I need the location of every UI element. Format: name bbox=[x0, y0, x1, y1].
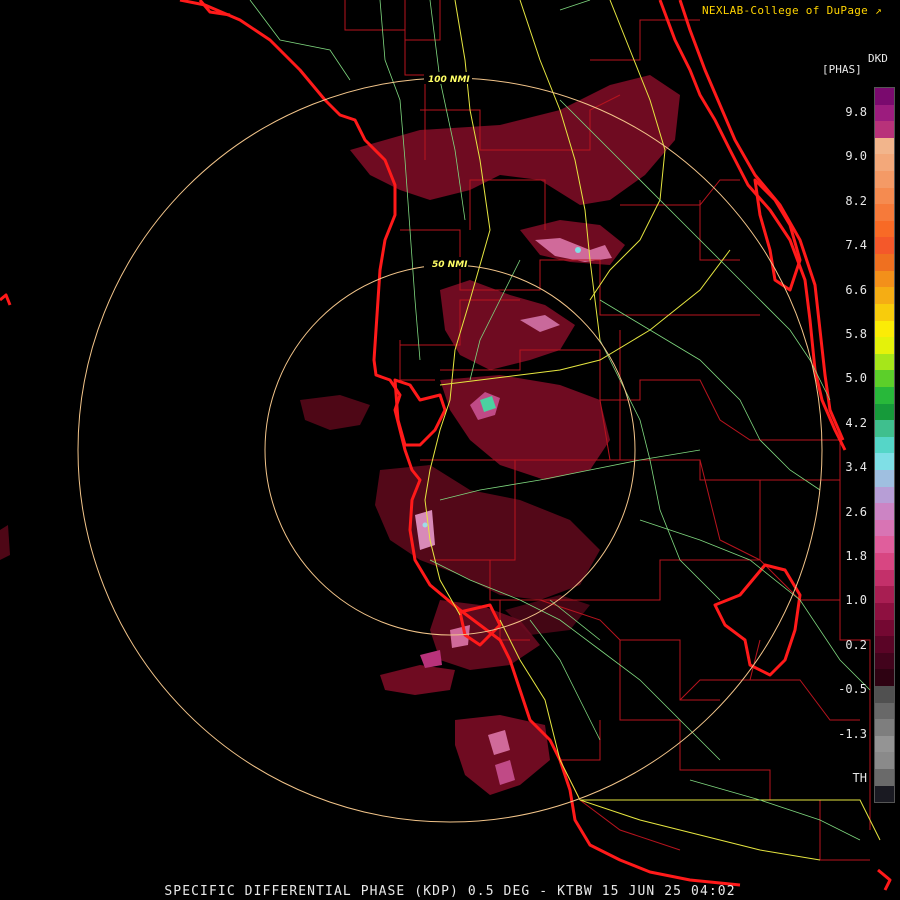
color-scale-segment bbox=[875, 154, 894, 172]
color-scale-tick-label: 1.8 bbox=[845, 549, 867, 563]
color-scale-segment bbox=[875, 337, 894, 354]
color-scale-segment bbox=[875, 420, 894, 437]
color-scale-segment bbox=[875, 303, 894, 321]
color-scale-segment bbox=[875, 137, 894, 155]
color-scale-tick-label: 9.0 bbox=[845, 149, 867, 164]
color-scale-tick-label: 4.2 bbox=[845, 415, 867, 430]
color-scale-segment bbox=[875, 403, 894, 421]
color-scale-tick-label: 7.4 bbox=[845, 238, 867, 253]
color-scale-tick-label: TH bbox=[852, 771, 867, 785]
product-footer: SPECIFIC DIFFERENTIAL PHASE (KDP) 0.5 DE… bbox=[164, 884, 736, 899]
color-scale-segment bbox=[875, 386, 894, 404]
color-scale-segment bbox=[875, 104, 894, 122]
color-scale-segment bbox=[875, 619, 894, 637]
color-scale-segment bbox=[875, 735, 894, 753]
color-scale-tick-label: 5.0 bbox=[845, 371, 867, 386]
color-scale-segment bbox=[875, 270, 894, 288]
color-scale-segment bbox=[875, 436, 894, 454]
color-scale-bar bbox=[874, 87, 895, 803]
credit-text: NEXLAB-College of DuPage bbox=[701, 4, 869, 17]
color-scale-segment bbox=[875, 353, 894, 371]
product-units: [PHAS] bbox=[822, 63, 862, 76]
color-scale-segment bbox=[875, 569, 894, 587]
color-scale-segment bbox=[875, 536, 894, 554]
color-scale-tick-label: 8.2 bbox=[845, 193, 867, 208]
color-scale-tick-label: 5.8 bbox=[845, 327, 867, 341]
color-scale-segment bbox=[875, 220, 894, 238]
color-scale-segment bbox=[875, 320, 894, 338]
color-scale-tick-label: 9.8 bbox=[845, 105, 867, 119]
credit-link[interactable]: NEXLAB-College of DuPage ↗ bbox=[702, 4, 882, 17]
color-scale-segment bbox=[875, 486, 894, 504]
color-scale-segment bbox=[875, 370, 894, 387]
color-scale-segment bbox=[875, 237, 894, 255]
color-scale-tick-label: -0.5 bbox=[838, 682, 867, 697]
product-code: DKD bbox=[868, 52, 888, 65]
color-scale-segment bbox=[875, 204, 894, 221]
color-scale-segment bbox=[875, 702, 894, 720]
color-scale-segment bbox=[875, 719, 894, 736]
color-scale-segment bbox=[875, 636, 894, 653]
color-scale-segment bbox=[875, 553, 894, 570]
color-scale-segment bbox=[875, 171, 894, 188]
color-scale-segment bbox=[875, 187, 894, 205]
color-scale-segment bbox=[875, 586, 894, 603]
color-scale-segment bbox=[875, 685, 894, 703]
color-scale-segment bbox=[875, 453, 894, 471]
color-scale-segment bbox=[875, 785, 894, 803]
color-scale-tick-label: 3.4 bbox=[845, 460, 867, 475]
color-scale-segment bbox=[875, 470, 894, 487]
range-ring-label-50: 50 NMI bbox=[432, 260, 468, 270]
color-scale-segment bbox=[875, 287, 894, 304]
color-scale-segment bbox=[875, 752, 894, 769]
color-scale-segment bbox=[875, 652, 894, 670]
color-scale-segment bbox=[875, 519, 894, 537]
color-scale-tick-label: 1.0 bbox=[845, 593, 867, 608]
color-scale-tick-label: -1.3 bbox=[838, 726, 867, 741]
color-scale-segment bbox=[875, 503, 894, 520]
color-scale-segment bbox=[875, 669, 894, 686]
color-scale-segment bbox=[875, 602, 894, 620]
color-scale-tick-label: 0.2 bbox=[845, 637, 867, 652]
color-scale-segment bbox=[875, 254, 894, 271]
color-scale-segment bbox=[875, 121, 894, 138]
color-scale-tick-label: 2.6 bbox=[845, 504, 867, 519]
color-scale-segment bbox=[875, 88, 894, 105]
color-scale-segment bbox=[875, 768, 894, 786]
radar-map: 50 NMI 100 NMI bbox=[0, 0, 900, 900]
range-ring-label-100: 100 NMI bbox=[428, 75, 470, 85]
external-link-arrow-icon: ↗ bbox=[875, 4, 882, 17]
color-scale-tick-label: 6.6 bbox=[845, 282, 867, 297]
